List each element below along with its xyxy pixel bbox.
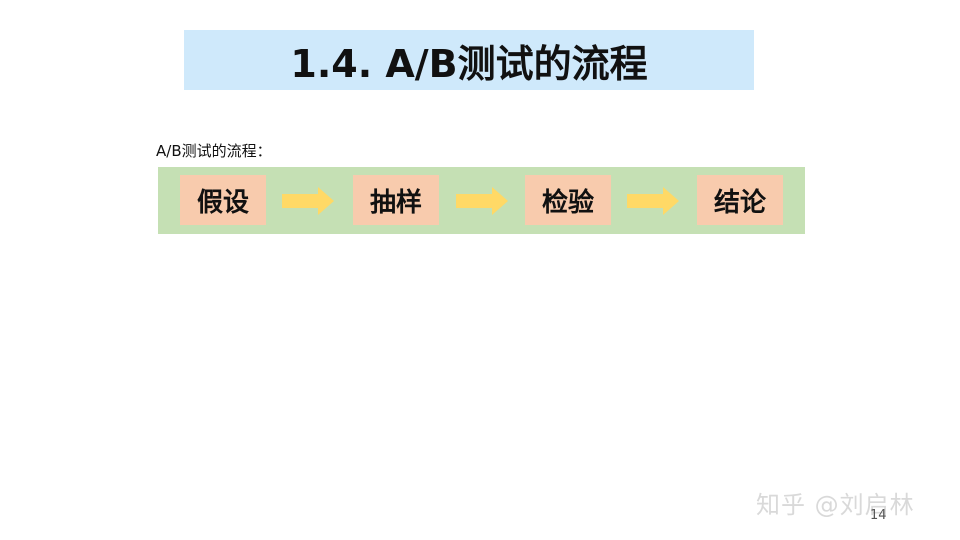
step-testing: 检验 (525, 175, 611, 225)
section-subtitle: A/B测试的流程： (156, 142, 272, 160)
title-banner: 1.4. A/B测试的流程 (184, 30, 754, 90)
page-title: 1.4. A/B测试的流程 (290, 41, 648, 86)
process-flow: 假设 抽样 检验 结论 (158, 167, 805, 234)
step-conclusion: 结论 (697, 175, 783, 225)
right-arrow-icon (456, 187, 508, 215)
step-sampling: 抽样 (353, 175, 439, 225)
watermark: 知乎 @刘启林 (756, 491, 915, 519)
right-arrow-icon (282, 187, 334, 215)
step-hypothesis: 假设 (180, 175, 266, 225)
page-number: 14 (870, 508, 887, 523)
right-arrow-icon (627, 187, 679, 215)
